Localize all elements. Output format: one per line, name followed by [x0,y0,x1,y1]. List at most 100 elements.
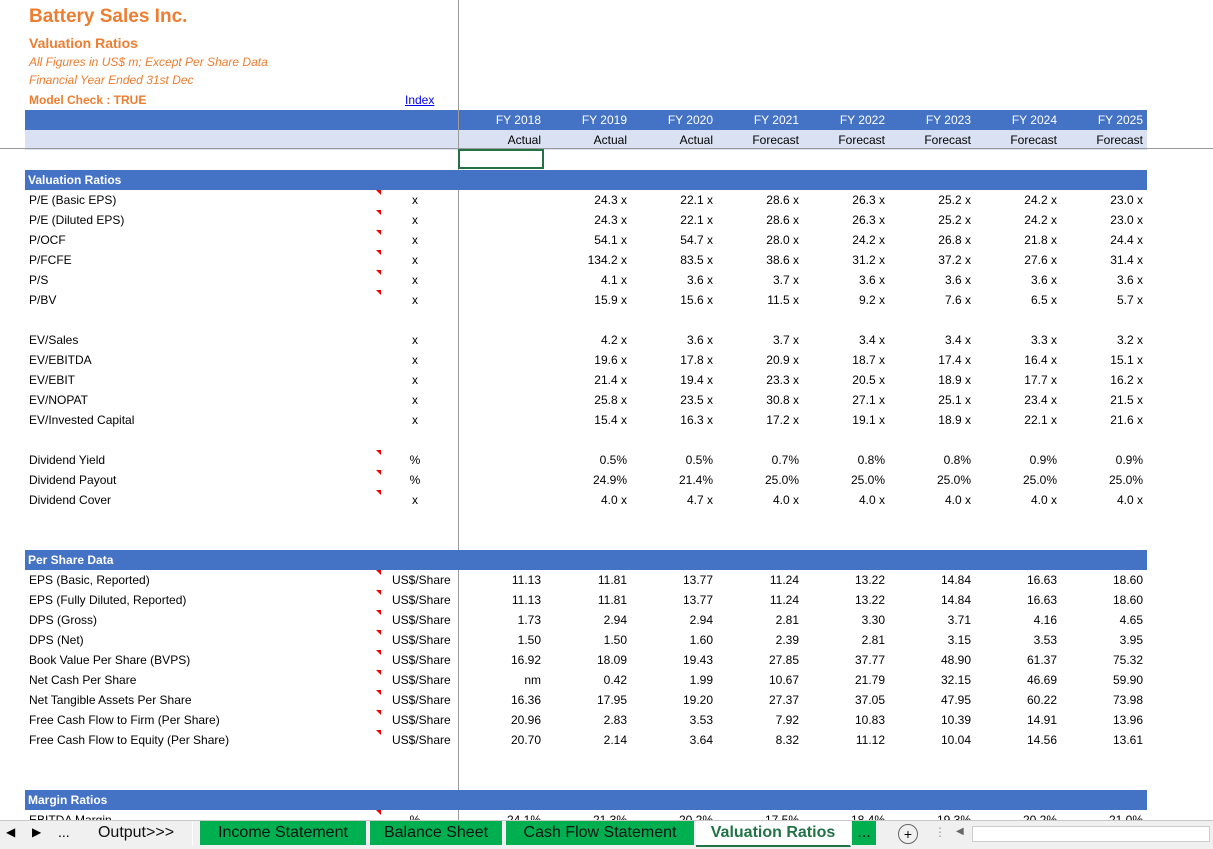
value-cell[interactable]: 4.0 x [1063,493,1143,507]
row-label[interactable]: EPS (Basic, Reported) [29,573,150,587]
value-cell[interactable]: 3.95 [1063,633,1143,647]
row-label[interactable]: Net Cash Per Share [29,673,136,687]
row-unit[interactable]: x [380,273,450,287]
value-cell[interactable]: 22.1 x [633,213,713,227]
value-cell[interactable]: 4.65 [1063,613,1143,627]
value-cell[interactable]: 21.3% [547,813,627,820]
row-label[interactable]: Dividend Yield [29,453,105,467]
value-cell[interactable]: 10.83 [805,713,885,727]
value-cell[interactable]: 1.60 [633,633,713,647]
value-cell[interactable]: 4.0 x [805,493,885,507]
add-sheet-icon[interactable]: + [898,824,918,844]
row-label[interactable]: EPS (Fully Diluted, Reported) [29,593,186,607]
value-cell[interactable]: 7.92 [719,713,799,727]
value-cell[interactable]: 7.6 x [891,293,971,307]
value-cell[interactable]: 28.0 x [719,233,799,247]
row-label[interactable]: Dividend Cover [29,493,111,507]
value-cell[interactable]: 3.64 [633,733,713,747]
row-unit[interactable]: x [380,353,450,367]
value-cell[interactable]: 17.2 x [719,413,799,427]
value-cell[interactable]: 22.1 x [633,193,713,207]
more-tabs-left[interactable]: ... [58,824,70,840]
split-handle-icon[interactable]: ⋮ [934,825,946,839]
value-cell[interactable]: 3.7 x [719,333,799,347]
value-cell[interactable]: 11.24 [719,573,799,587]
value-cell[interactable]: 23.0 x [1063,213,1143,227]
row-label[interactable]: EV/EBIT [29,373,75,387]
value-cell[interactable]: 1.73 [461,613,541,627]
value-cell[interactable]: 26.3 x [805,213,885,227]
value-cell[interactable]: 2.94 [633,613,713,627]
value-cell[interactable]: 3.7 x [719,273,799,287]
value-cell[interactable]: 3.2 x [1063,333,1143,347]
value-cell[interactable]: 4.0 x [547,493,627,507]
value-cell[interactable]: 18.9 x [891,373,971,387]
value-cell[interactable]: 17.95 [547,693,627,707]
value-cell[interactable]: 28.6 x [719,213,799,227]
value-cell[interactable]: 14.56 [977,733,1057,747]
value-cell[interactable]: 25.0% [1063,473,1143,487]
value-cell[interactable]: 20.70 [461,733,541,747]
value-cell[interactable]: 2.14 [547,733,627,747]
row-unit[interactable]: x [380,333,450,347]
value-cell[interactable]: 27.37 [719,693,799,707]
value-cell[interactable]: 20.96 [461,713,541,727]
row-label[interactable]: EV/Invested Capital [29,413,134,427]
row-label[interactable]: P/BV [29,293,56,307]
comment-indicator-icon[interactable] [376,630,381,635]
row-label[interactable]: Book Value Per Share (BVPS) [29,653,190,667]
value-cell[interactable]: 22.1 x [977,413,1057,427]
value-cell[interactable]: 18.60 [1063,573,1143,587]
value-cell[interactable]: 26.8 x [891,233,971,247]
value-cell[interactable]: 31.4 x [1063,253,1143,267]
index-link[interactable]: Index [405,93,434,107]
row-label[interactable]: Net Tangible Assets Per Share [29,693,192,707]
row-unit[interactable]: US$/Share [392,713,462,727]
value-cell[interactable]: 59.90 [1063,673,1143,687]
row-unit[interactable]: % [380,813,450,820]
value-cell[interactable]: 37.2 x [891,253,971,267]
value-cell[interactable]: 15.4 x [547,413,627,427]
value-cell[interactable]: 10.39 [891,713,971,727]
value-cell[interactable]: 17.8 x [633,353,713,367]
value-cell[interactable]: 23.5 x [633,393,713,407]
value-cell[interactable]: 16.36 [461,693,541,707]
value-cell[interactable]: 16.2 x [1063,373,1143,387]
value-cell[interactable]: 4.0 x [977,493,1057,507]
value-cell[interactable]: 2.94 [547,613,627,627]
value-cell[interactable]: 25.8 x [547,393,627,407]
value-cell[interactable]: 0.5% [633,453,713,467]
value-cell[interactable]: 20.2% [977,813,1057,820]
row-label[interactable]: P/E (Diluted EPS) [29,213,124,227]
value-cell[interactable]: 24.1% [461,813,541,820]
value-cell[interactable]: 25.0% [805,473,885,487]
value-cell[interactable]: 25.2 x [891,193,971,207]
value-cell[interactable]: 18.60 [1063,593,1143,607]
value-cell[interactable]: 2.39 [719,633,799,647]
hscroll-left-icon[interactable]: ◀ [956,826,964,837]
value-cell[interactable]: 4.1 x [547,273,627,287]
value-cell[interactable]: 16.63 [977,593,1057,607]
more-tabs-right[interactable]: ... [852,821,877,845]
value-cell[interactable]: 37.05 [805,693,885,707]
value-cell[interactable]: 13.77 [633,573,713,587]
comment-indicator-icon[interactable] [376,730,381,735]
value-cell[interactable]: 10.04 [891,733,971,747]
value-cell[interactable]: 0.42 [547,673,627,687]
value-cell[interactable]: 11.13 [461,573,541,587]
comment-indicator-icon[interactable] [376,710,381,715]
value-cell[interactable]: 25.0% [891,473,971,487]
row-label[interactable]: EV/Sales [29,333,78,347]
value-cell[interactable]: 1.50 [461,633,541,647]
row-label[interactable]: P/E (Basic EPS) [29,193,116,207]
value-cell[interactable]: 6.5 x [977,293,1057,307]
value-cell[interactable]: 17.4 x [891,353,971,367]
value-cell[interactable]: 25.0% [977,473,1057,487]
value-cell[interactable]: 26.3 x [805,193,885,207]
row-unit[interactable]: x [380,293,450,307]
row-label[interactable]: P/OCF [29,233,66,247]
value-cell[interactable]: 24.2 x [805,233,885,247]
selected-cell[interactable] [458,149,544,169]
value-cell[interactable]: 24.9% [547,473,627,487]
value-cell[interactable]: 13.22 [805,593,885,607]
